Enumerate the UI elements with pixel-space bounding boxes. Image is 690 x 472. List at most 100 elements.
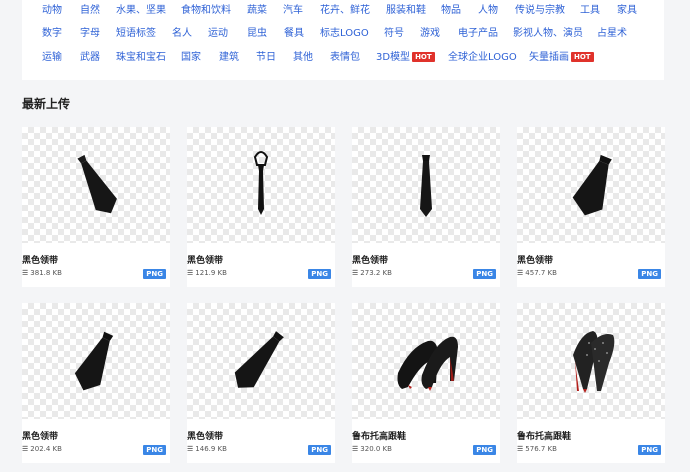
hot-badge: HOT [412, 52, 435, 62]
image-card[interactable]: 黑色领带 ☰ 202.4 KB PNG [22, 303, 170, 463]
file-size: ☰ 273.2 KB [352, 269, 392, 277]
category-link[interactable]: 水果、坚果 [116, 5, 166, 17]
category-link[interactable]: 工具 [580, 5, 600, 17]
category-link[interactable]: 数字 [42, 28, 62, 40]
card-title[interactable]: 黑色领带 [187, 253, 223, 266]
layers-icon: ☰ [352, 445, 359, 453]
category-link[interactable]: 动物 [42, 5, 62, 17]
necktie-image [234, 331, 284, 388]
file-size: ☰ 457.7 KB [517, 269, 557, 277]
necktie-image [74, 331, 114, 391]
layers-icon: ☰ [22, 445, 29, 453]
category-link[interactable]: 汽车 [283, 5, 303, 17]
category-label: 3D模型 [376, 52, 411, 63]
category-link[interactable]: 餐具 [284, 28, 304, 40]
format-badge: PNG [143, 445, 166, 455]
image-card[interactable]: 黑色领带 ☰ 273.2 KB PNG [352, 127, 500, 287]
category-link[interactable]: 家具 [617, 5, 637, 17]
category-link[interactable]: 节日 [256, 52, 276, 64]
card-title[interactable]: 黑色领带 [352, 253, 388, 266]
category-link[interactable]: 建筑 [219, 52, 239, 64]
category-link[interactable]: 游戏 [420, 28, 440, 40]
category-link[interactable]: 运输 [42, 52, 62, 64]
category-link[interactable]: 其他 [293, 52, 313, 64]
card-title[interactable]: 黑色领带 [22, 253, 58, 266]
category-link[interactable]: 表情包 [330, 52, 360, 64]
category-link[interactable]: 符号 [384, 28, 404, 40]
file-size-value: 457.7 KB [525, 269, 557, 277]
image-thumbnail[interactable] [22, 127, 170, 243]
category-link[interactable]: 花卉、鲜花 [320, 5, 370, 17]
image-thumbnail[interactable] [352, 303, 500, 419]
category-link[interactable]: 国家 [181, 52, 201, 64]
card-title[interactable]: 黑色领带 [187, 429, 223, 442]
format-badge: PNG [638, 445, 661, 455]
category-label: 矢量插画 [529, 52, 569, 63]
category-link[interactable]: 自然 [80, 5, 100, 17]
category-link[interactable]: 全球企业LOGO [448, 52, 517, 64]
necktie-image [572, 154, 612, 216]
layers-icon: ☰ [517, 445, 524, 453]
category-link[interactable]: 电子产品 [458, 28, 498, 40]
category-link[interactable]: 影视人物、演员 [513, 28, 583, 40]
category-link[interactable]: 标志LOGO [320, 28, 369, 40]
category-link[interactable]: 短语标签 [116, 28, 156, 40]
necktie-image [420, 155, 432, 217]
category-panel: 动物 自然 水果、坚果 食物和饮料 蔬菜 汽车 花卉、鲜花 服装和鞋 物品 人物… [22, 0, 664, 80]
category-link[interactable]: 名人 [172, 28, 192, 40]
layers-icon: ☰ [22, 269, 29, 277]
category-link[interactable]: 物品 [441, 5, 461, 17]
card-title[interactable]: 黑色领带 [517, 253, 553, 266]
format-badge: PNG [143, 269, 166, 279]
image-card[interactable]: 鲁布托高跟鞋 ☰ 320.0 KB PNG [352, 303, 500, 463]
high-heels-image [397, 336, 458, 391]
image-thumbnail[interactable] [187, 127, 335, 243]
image-card[interactable]: 鲁布托高跟鞋 ☰ 576.7 KB PNG [517, 303, 665, 463]
file-size-value: 202.4 KB [30, 445, 62, 453]
category-link[interactable]: 运动 [208, 28, 228, 40]
image-thumbnail[interactable] [517, 127, 665, 243]
category-link[interactable]: 珠宝和宝石 [116, 52, 166, 64]
card-title[interactable]: 黑色领带 [22, 429, 58, 442]
category-link[interactable]: 武器 [80, 52, 100, 64]
file-size-value: 576.7 KB [525, 445, 557, 453]
category-link[interactable]: 食物和饮料 [181, 5, 231, 17]
image-card[interactable]: 黑色领带 ☰ 381.8 KB PNG [22, 127, 170, 287]
category-link[interactable]: 占星术 [597, 28, 627, 40]
necktie-image [253, 151, 269, 215]
file-size: ☰ 320.0 KB [352, 445, 392, 453]
high-heels-image [573, 331, 615, 393]
file-size: ☰ 146.9 KB [187, 445, 227, 453]
image-thumbnail[interactable] [517, 303, 665, 419]
category-link[interactable]: 服装和鞋 [386, 5, 426, 17]
category-link-vector-illustration[interactable]: 矢量插画 HOT [529, 52, 594, 64]
image-thumbnail[interactable] [352, 127, 500, 243]
format-badge: PNG [473, 445, 496, 455]
card-title[interactable]: 鲁布托高跟鞋 [517, 429, 571, 442]
category-link[interactable]: 人物 [478, 5, 498, 17]
layers-icon: ☰ [187, 269, 194, 277]
image-card[interactable]: 黑色领带 ☰ 457.7 KB PNG [517, 127, 665, 287]
file-size: ☰ 381.8 KB [22, 269, 62, 277]
file-size-value: 320.0 KB [360, 445, 392, 453]
file-size: ☰ 576.7 KB [517, 445, 557, 453]
file-size-value: 146.9 KB [195, 445, 227, 453]
category-link[interactable]: 字母 [80, 28, 100, 40]
image-thumbnail[interactable] [187, 303, 335, 419]
category-link[interactable]: 昆虫 [247, 28, 267, 40]
layers-icon: ☰ [187, 445, 194, 453]
category-link[interactable]: 传说与宗教 [515, 5, 565, 17]
necktie-image [77, 154, 117, 214]
format-badge: PNG [638, 269, 661, 279]
layers-icon: ☰ [517, 269, 524, 277]
file-size: ☰ 202.4 KB [22, 445, 62, 453]
category-link[interactable]: 蔬菜 [247, 5, 267, 17]
file-size-value: 381.8 KB [30, 269, 62, 277]
image-card[interactable]: 黑色领带 ☰ 121.9 KB PNG [187, 127, 335, 287]
file-size: ☰ 121.9 KB [187, 269, 227, 277]
category-link-3d-models[interactable]: 3D模型 HOT [376, 52, 435, 64]
card-title[interactable]: 鲁布托高跟鞋 [352, 429, 406, 442]
image-card[interactable]: 黑色领带 ☰ 146.9 KB PNG [187, 303, 335, 463]
image-thumbnail[interactable] [22, 303, 170, 419]
section-title: 最新上传 [22, 97, 71, 111]
